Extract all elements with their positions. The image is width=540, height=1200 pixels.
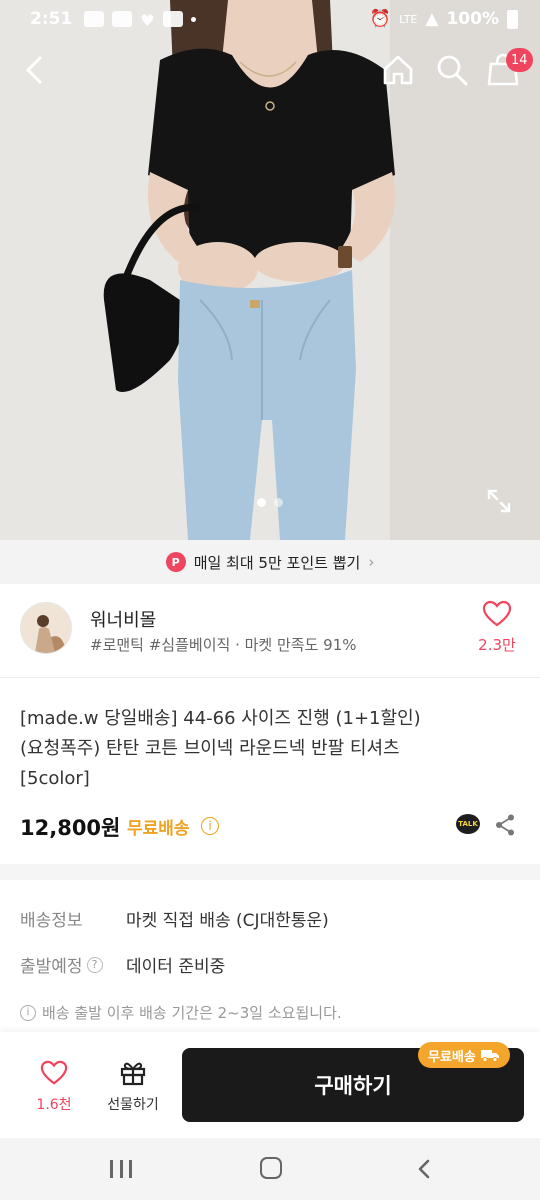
shipping-note-text: 배송 출발 이후 배송 기간은 2~3일 소요됩니다. — [42, 1004, 342, 1022]
home-icon[interactable] — [380, 52, 416, 88]
battery-percentage: 100% — [446, 9, 499, 29]
section-divider — [0, 864, 540, 880]
seller-name[interactable]: 워너비몰 — [90, 606, 156, 632]
shipping-note: i 배송 출발 이후 배송 기간은 2~3일 소요됩니다. — [20, 1002, 342, 1023]
departure-value: 데이터 준비중 — [126, 957, 226, 977]
expand-icon[interactable] — [486, 488, 512, 514]
info-icon: i — [20, 1004, 36, 1021]
gift-label: 선물하기 — [107, 1097, 159, 1113]
info-icon[interactable]: i — [201, 817, 219, 835]
heart-icon — [482, 600, 512, 627]
product-title-line: (요청폭주) 탄탄 코튼 브이넥 라운드넥 반팔 티셔츠 — [20, 738, 400, 759]
chevron-right-icon: › — [368, 553, 375, 571]
seller-like-count: 2.3만 — [478, 636, 516, 654]
more-notifications-icon — [190, 16, 196, 22]
product-price: 12,800원 — [20, 816, 121, 840]
product-detail-screen: 2:51 ♥ ⏰ LTE ▲ 100% 14 P 매일 최대 5만 포인트 뽑기… — [0, 0, 540, 1200]
battery-icon — [507, 9, 518, 29]
seller-like-button[interactable]: 2.3만 — [468, 600, 526, 660]
departure-row: 출발예정 ? 데이터 준비중 — [20, 952, 225, 977]
status-bar: 2:51 ♥ ⏰ LTE ▲ 100% — [0, 0, 540, 38]
help-icon[interactable]: ? — [86, 956, 103, 973]
shipping-info-value: 마켓 직접 배송 (CJ대한통운) — [126, 911, 329, 931]
seller-section[interactable]: 워너비몰 #로맨틱 #심플베이직 · 마켓 만족도 91% 2.3만 — [0, 584, 540, 678]
app-notification-icon — [112, 11, 133, 27]
point-promo-banner[interactable]: P 매일 최대 5만 포인트 뽑기 › — [0, 540, 540, 584]
cart-count-badge: 14 — [506, 48, 533, 72]
kakaotalk-share-icon[interactable]: TALK — [456, 814, 480, 834]
wishlist-button[interactable]: 1.6천 — [24, 1060, 84, 1114]
gift-icon — [120, 1062, 146, 1086]
recent-apps-icon[interactable] — [110, 1160, 132, 1178]
share-icon[interactable] — [494, 813, 516, 837]
system-navigation-bar — [0, 1138, 540, 1200]
back-icon[interactable] — [414, 1158, 434, 1180]
product-image-carousel[interactable]: 2:51 ♥ ⏰ LTE ▲ 100% 14 — [0, 0, 540, 540]
product-title: [made.w 당일배송] 44-66 사이즈 진행 (1+1할인) (요청폭주… — [20, 704, 520, 794]
free-shipping-badge-text: 무료배송 — [428, 1049, 476, 1065]
signal-icon: ▲ — [425, 9, 439, 29]
product-title-line: [5color] — [20, 768, 90, 789]
gift-button[interactable]: 선물하기 — [100, 1060, 166, 1114]
gallery-notification-icon — [162, 11, 183, 27]
image-pager — [257, 498, 283, 507]
alarm-icon: ⏰ — [369, 9, 392, 29]
talk-notification-icon — [84, 11, 105, 27]
system-status: ⏰ LTE ▲ 100% — [370, 9, 518, 29]
seller-tags: #로맨틱 #심플베이직 · 마켓 만족도 91% — [90, 636, 357, 654]
truck-icon — [480, 1050, 499, 1062]
notification-icons: ♥ — [84, 11, 196, 30]
departure-label-group: 출발예정 ? — [20, 952, 126, 977]
heart-notification-icon: ♥ — [140, 11, 155, 30]
avatar-image — [21, 603, 71, 653]
product-title-line: [made.w 당일배송] 44-66 사이즈 진행 (1+1할인) — [20, 708, 421, 729]
chevron-left-icon[interactable] — [18, 50, 54, 90]
promo-text: 매일 최대 5만 포인트 뽑기 — [193, 553, 361, 572]
network-label: LTE — [399, 12, 418, 26]
free-shipping-badge: 무료배송 — [418, 1042, 510, 1068]
free-shipping-label: 무료배송 — [127, 819, 190, 839]
heart-icon — [40, 1060, 68, 1085]
shipping-info-label: 배송정보 — [20, 911, 83, 931]
shipping-info-row: 배송정보 마켓 직접 배송 (CJ대한통운) — [20, 906, 329, 931]
departure-label: 출발예정 — [20, 957, 83, 977]
status-time: 2:51 — [30, 9, 73, 29]
point-icon: P — [165, 552, 186, 572]
bottom-action-bar: 1.6천 선물하기 구매하기 무료배송 — [0, 1032, 540, 1138]
wishlist-count: 1.6천 — [36, 1097, 72, 1113]
pager-dot — [274, 498, 283, 507]
search-icon[interactable] — [434, 52, 470, 88]
pager-dot-active — [257, 498, 266, 507]
seller-avatar[interactable] — [20, 602, 72, 654]
home-button-icon[interactable] — [260, 1157, 282, 1179]
